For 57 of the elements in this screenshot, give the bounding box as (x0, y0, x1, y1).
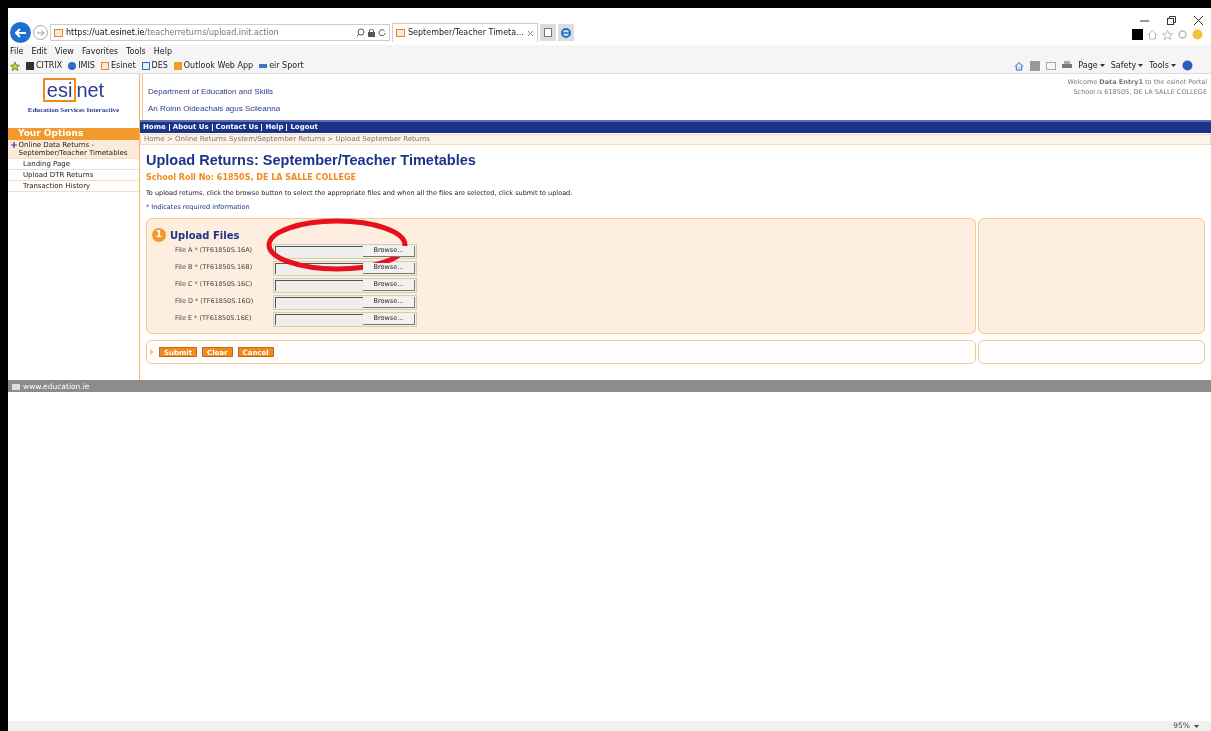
department-name-irish: An Roinn Oideachais agus Scileanna (148, 103, 281, 115)
favorite-link[interactable]: Esinet (100, 59, 136, 72)
favorite-link[interactable]: eir Sport (259, 59, 304, 72)
page-title: Upload Returns: September/Teacher Timetables (146, 151, 477, 169)
print-icon[interactable] (1062, 61, 1073, 70)
school-roll: School Roll No: 61850S, DE LA SALLE COLLEGE (146, 172, 357, 184)
menu-item[interactable]: File (10, 45, 24, 58)
mail-icon[interactable] (1046, 61, 1057, 70)
caret-icon (1099, 64, 1105, 67)
command-menu[interactable]: Tools (1149, 59, 1176, 72)
command-menu[interactable]: Page (1078, 59, 1105, 72)
favorite-link[interactable]: CITRIX (26, 59, 63, 72)
menu-item[interactable]: View (54, 45, 74, 58)
star-icon[interactable] (1162, 28, 1173, 40)
favorite-icon (100, 61, 109, 70)
address-url: https://uat.esinet.ie/teacherreturns/upload.init.action (66, 26, 279, 39)
home-icon[interactable] (1014, 60, 1025, 71)
command-menu[interactable]: Safety (1110, 59, 1144, 72)
menu-item[interactable]: Edit (31, 45, 47, 58)
lock-icon (368, 28, 375, 37)
sidebar-title: Your Options (8, 128, 139, 140)
favorite-icon (173, 61, 182, 70)
back-button[interactable] (10, 22, 31, 43)
refresh-icon (378, 28, 386, 37)
favorite-link[interactable]: Outlook Web App (173, 59, 254, 72)
caret-icon (1171, 64, 1176, 67)
page-icon (543, 28, 552, 37)
caret-icon (1194, 724, 1199, 728)
site-icon (54, 28, 63, 37)
arrow-icon (150, 348, 154, 355)
search-icon (356, 28, 365, 37)
esinet-logo: esi net (42, 78, 105, 103)
step-number: 1 (152, 228, 166, 242)
star-icon[interactable] (10, 60, 20, 71)
menu-item[interactable]: Tools (126, 45, 146, 58)
browser-tab[interactable]: September/Teacher Timeta... (392, 23, 538, 42)
favorite-icon (259, 63, 268, 68)
favorite-link[interactable]: IMIS (68, 59, 95, 72)
new-tab-button[interactable] (539, 24, 556, 41)
favorite-icon (68, 61, 77, 70)
section-title: Upload Files (170, 228, 240, 243)
caret-icon (1138, 64, 1144, 67)
restore-icon[interactable] (1167, 15, 1176, 25)
tab-title: September/Teacher Timeta... (408, 27, 524, 39)
site-icon (396, 29, 405, 37)
plus-icon (11, 142, 17, 148)
back-arrow-icon (14, 27, 27, 38)
forward-arrow-icon (36, 29, 45, 36)
menu-item[interactable]: Favorites (81, 45, 118, 58)
address-bar[interactable]: https://uat.esinet.ie/teacherreturns/upload.init.action (50, 24, 390, 41)
close-icon[interactable] (1194, 15, 1203, 25)
favorite-icon (141, 61, 150, 70)
favorite-link[interactable]: DES (141, 59, 168, 72)
menu-item[interactable]: Help (153, 45, 172, 58)
favorite-icon (26, 61, 34, 70)
browser-logo-icon (557, 24, 574, 41)
department-name: Department of Education and Skills (148, 86, 274, 98)
